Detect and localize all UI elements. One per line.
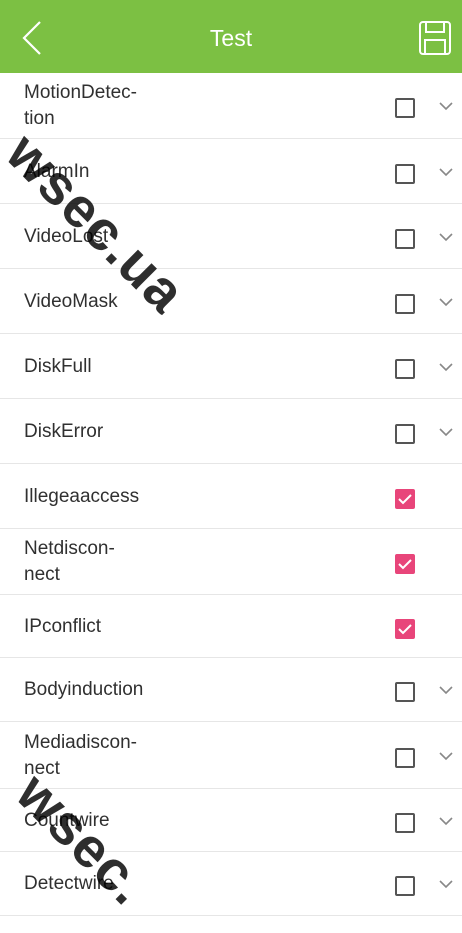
list-item-label: VideoLost <box>24 224 224 250</box>
chevron-down-icon[interactable] <box>438 879 454 889</box>
checkbox[interactable] <box>395 747 415 768</box>
list-item-label: DiskFull <box>24 354 224 380</box>
list-item-label-line: Bodyinduction <box>24 679 144 700</box>
list-item-label-line: VideoLost <box>24 225 109 247</box>
list-item-label-line: AlarmIn <box>24 160 90 182</box>
list-item-label: Netdiscon-nect <box>24 536 224 588</box>
list-item-label-line: MotionDetec- <box>24 82 137 103</box>
list-item-label: Illegeaaccess <box>24 484 224 510</box>
chevron-down-icon[interactable] <box>438 427 454 437</box>
list-item-label-line: DiskError <box>24 420 104 442</box>
chevron-down-icon[interactable] <box>438 685 454 695</box>
list-item-label: AlarmIn <box>24 159 224 185</box>
chevron-down-icon[interactable] <box>438 816 454 826</box>
chevron-down-icon[interactable] <box>438 101 454 111</box>
list-item-label-line: IPconflict <box>24 615 102 637</box>
checkbox-checked[interactable] <box>395 618 415 639</box>
list-item-label-line: Mediadiscon- <box>24 731 137 753</box>
floppy-disk-icon[interactable] <box>418 20 452 56</box>
list-item[interactable]: Mediadiscon-nect <box>0 722 462 789</box>
list-item-label: Mediadiscon-nect <box>24 730 224 782</box>
list-item-label-line: Detectwire <box>24 873 114 894</box>
list-item-label-line: nect <box>24 757 60 779</box>
list-item[interactable]: DiskFull <box>0 334 462 399</box>
list-item-label: IPconflict <box>24 614 224 640</box>
list-item[interactable]: AlarmIn <box>0 139 462 204</box>
list-item[interactable]: MotionDetec-tion <box>0 73 462 139</box>
checkbox[interactable] <box>395 358 415 379</box>
list-item[interactable]: Detectwire <box>0 852 462 916</box>
list-item-label-line: DiskFull <box>24 355 92 377</box>
list-item[interactable]: Illegeaaccess <box>0 464 462 529</box>
list-item-label: DiskError <box>24 419 224 445</box>
chevron-down-icon[interactable] <box>438 362 454 372</box>
checkbox[interactable] <box>395 293 415 314</box>
list-item[interactable]: Netdiscon-nect <box>0 529 462 595</box>
checkbox[interactable] <box>395 98 415 118</box>
list-item-label-line: Countwire <box>24 809 110 831</box>
list-item[interactable]: Bodyinduction <box>0 658 462 722</box>
list-item-label: Detectwire <box>24 871 224 897</box>
checkbox-checked[interactable] <box>395 554 415 574</box>
chevron-down-icon[interactable] <box>438 232 454 242</box>
list-item[interactable]: DiskError <box>0 399 462 464</box>
list-item-label-line: nect <box>24 564 60 585</box>
list-item-label: Bodyinduction <box>24 677 224 703</box>
checkbox[interactable] <box>395 163 415 184</box>
checkbox[interactable] <box>395 812 415 833</box>
list-item[interactable]: IPconflict <box>0 595 462 658</box>
app-header: Test <box>0 0 462 73</box>
list-item[interactable]: VideoLost <box>0 204 462 269</box>
checkbox-checked[interactable] <box>395 488 415 509</box>
chevron-down-icon[interactable] <box>438 167 454 177</box>
chevron-down-icon[interactable] <box>438 297 454 307</box>
list-item-label: Countwire <box>24 808 224 834</box>
list-item[interactable]: VideoMask <box>0 269 462 334</box>
chevron-down-icon[interactable] <box>438 751 454 761</box>
alarm-type-list: MotionDetec-tion AlarmIn VideoLost VideoMas… <box>0 73 462 916</box>
list-item-label-line: tion <box>24 108 55 129</box>
list-item-label: MotionDetec-tion <box>24 80 224 132</box>
checkbox[interactable] <box>395 423 415 444</box>
list-item[interactable]: Countwire <box>0 789 462 852</box>
list-item-label: VideoMask <box>24 289 224 315</box>
checkbox[interactable] <box>395 228 415 249</box>
checkbox[interactable] <box>395 682 415 702</box>
list-item-label-line: VideoMask <box>24 290 118 312</box>
page-title: Test <box>209 25 253 51</box>
list-item-label-line: Illegeaaccess <box>24 485 140 507</box>
list-item-label-line: Netdiscon- <box>24 538 115 559</box>
checkbox[interactable] <box>395 876 415 896</box>
